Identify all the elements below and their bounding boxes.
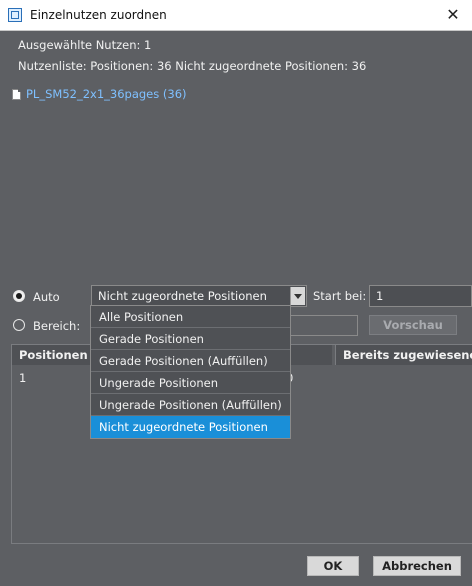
table-cell-position[interactable]: 1 [19,371,26,385]
ok-button[interactable]: OK [307,556,359,576]
option-unassigned[interactable]: Nicht zugeordnete Positionen [91,416,290,438]
file-name[interactable]: PL_SM52_2x1_36pages (36) [26,87,187,101]
option-odd[interactable]: Ungerade Positionen [91,372,290,394]
app-icon [8,8,22,22]
dialog-footer: OK Abbrechen [0,546,472,586]
document-icon [12,88,21,100]
selected-count-text: Ausgewählte Nutzen: 1 [18,38,152,52]
position-filter-dropdown: Alle Positionen Gerade Positionen Gerade… [90,305,291,439]
preview-button[interactable]: Vorschau [369,315,457,335]
option-all[interactable]: Alle Positionen [91,306,290,328]
start-label: Start bei: [313,289,367,303]
option-odd-fill[interactable]: Ungerade Positionen (Auffüllen) [91,394,290,416]
window-title: Einzelnutzen zuordnen [30,8,167,22]
range-input[interactable] [290,315,358,336]
chevron-down-icon[interactable] [290,287,305,305]
auto-radio[interactable] [13,290,25,302]
dialog-content: Ausgewählte Nutzen: 1 Nutzenliste: Posit… [0,31,472,586]
auto-label: Auto [33,290,60,304]
column-header-assigned[interactable]: Bereits zugewiesene P [335,345,472,365]
select-value: Nicht zugeordnete Positionen [98,289,267,303]
range-label: Bereich: [33,319,81,333]
option-even[interactable]: Gerade Positionen [91,328,290,350]
cancel-button[interactable]: Abbrechen [373,556,461,576]
start-input[interactable]: 1 [369,285,472,307]
option-even-fill[interactable]: Gerade Positionen (Auffüllen) [91,350,290,372]
range-radio[interactable] [13,319,25,331]
title-bar: Einzelnutzen zuordnen ✕ [0,0,472,31]
position-filter-select[interactable]: Nicht zugeordnete Positionen [91,285,307,307]
file-link[interactable]: PL_SM52_2x1_36pages (36) [12,87,187,101]
list-summary-text: Nutzenliste: Positionen: 36 Nicht zugeor… [18,59,367,73]
close-button[interactable]: ✕ [442,4,464,26]
